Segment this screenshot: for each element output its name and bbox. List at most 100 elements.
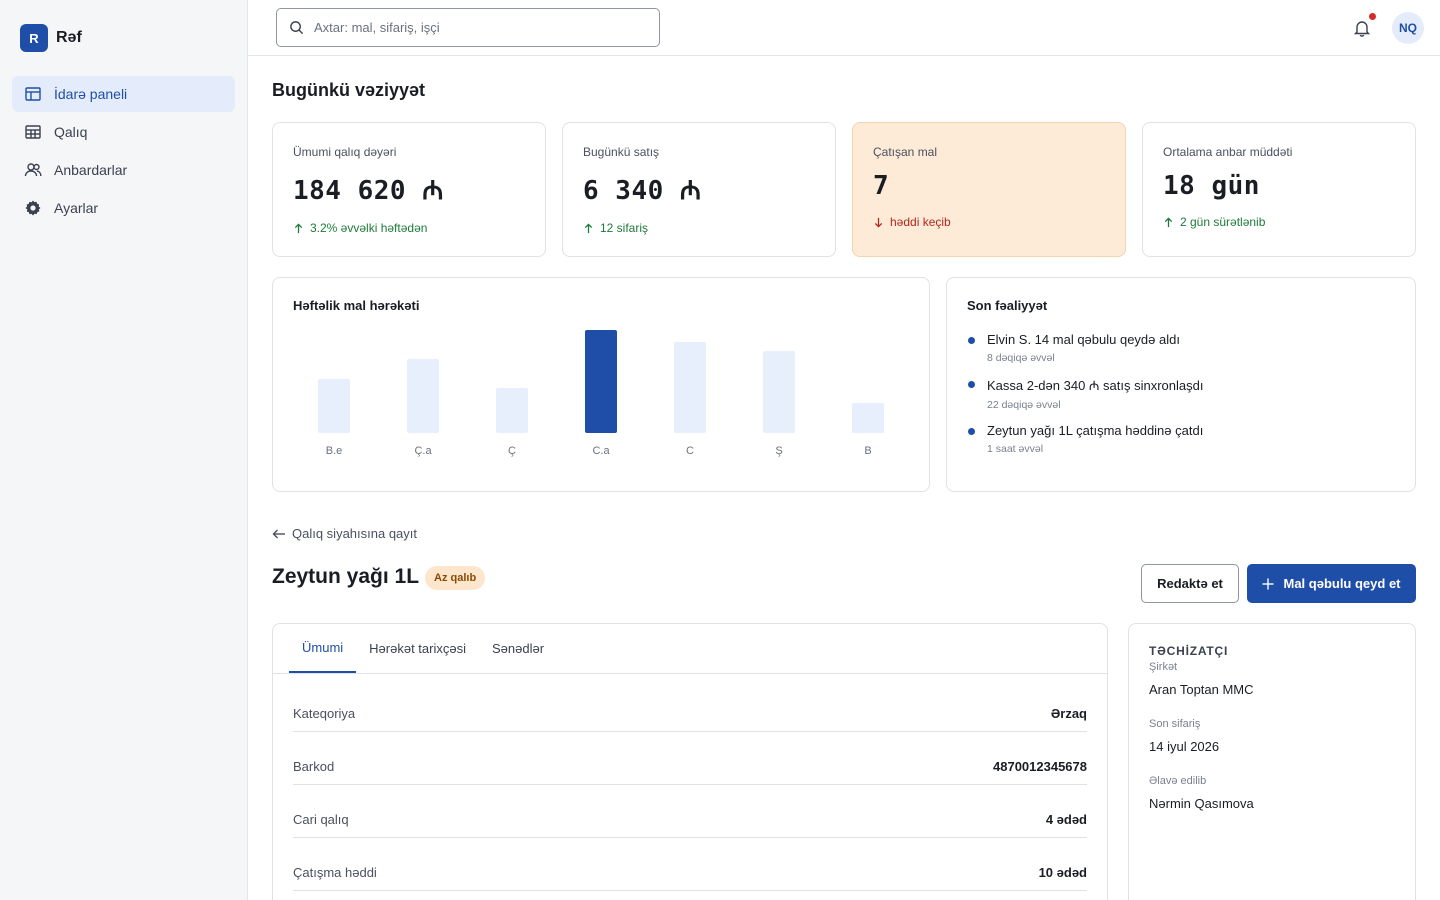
detail-label: Çatışma həddi	[293, 865, 377, 880]
kpi-label: Bugünkü satış	[583, 145, 660, 159]
tab-bar: Ümumi Hərəkət tarixçəsi Sənədlər	[289, 624, 557, 673]
tab-general[interactable]: Ümumi	[289, 624, 357, 673]
supplier-value: Aran Toptan MMC	[1149, 682, 1254, 697]
detail-value: 10 ədəd	[1038, 865, 1087, 880]
detail-row: Barkod 4870012345678	[293, 732, 1087, 785]
record-receipt-button[interactable]: Mal qəbulu qeyd et	[1247, 564, 1416, 603]
arrow-left-icon	[272, 529, 285, 538]
arrow-up-icon	[1164, 216, 1173, 227]
kpi-card: Bugünkü satış 6 340 ₼ 12 sifariş	[562, 122, 836, 257]
chart-bar	[674, 342, 706, 433]
detail-value: Ərzaq	[1050, 706, 1087, 721]
kpi-delta-text: 2 gün sürətlənib	[1180, 215, 1266, 229]
detail-label: Kateqoriya	[293, 706, 356, 721]
sidebar-item-storekeepers[interactable]: Anbardarlar	[12, 152, 235, 188]
kpi-value: 18 gün	[1163, 171, 1260, 201]
topbar: NQ	[248, 0, 1440, 56]
supplier-value: 14 iyul 2026	[1149, 739, 1220, 754]
users-icon	[24, 163, 42, 177]
chart-category-label: C.a	[592, 445, 610, 457]
product-title: Zeytun yağı 1L	[272, 565, 420, 588]
chart-bar	[585, 330, 617, 433]
search-box[interactable]	[276, 8, 660, 47]
chart-category-label: Ş	[775, 445, 782, 457]
sidebar-item-settings[interactable]: Ayarlar	[12, 190, 235, 226]
activity-time: 22 dəqiqə əvvəl	[987, 399, 1061, 411]
chart-panel: Həftəlik mal hərəkəti B.e Ç.a Ç C.a C Ş B	[272, 277, 930, 492]
kpi-delta-text: 12 sifariş	[600, 221, 649, 235]
plus-icon	[1262, 578, 1274, 589]
product-detail-panel: Ümumi Hərəkət tarixçəsi Sənədlər Kateqor…	[272, 623, 1108, 900]
gear-icon	[25, 200, 41, 216]
back-link[interactable]: Qalıq siyahısına qayıt	[272, 526, 417, 541]
chart-category-label: C	[686, 445, 694, 457]
kpi-value: 6 340 ₼	[583, 176, 702, 206]
activity-dot	[968, 381, 975, 388]
chart-bar	[318, 379, 350, 433]
sidebar-nav: İdarə paneli Qalıq Anbardarlar Ayarlar	[12, 76, 235, 228]
kpi-label: Çatışan mal	[873, 145, 938, 159]
sidebar: R Rəf İdarə paneli Qalıq Anbardarlar Aya…	[0, 0, 248, 900]
tab-documents[interactable]: Sənədlər	[479, 624, 557, 673]
sidebar-item-label: Ayarlar	[54, 200, 99, 216]
activity-item: Kassa 2-dən 340 ₼ satış sinxronlaşdı 22 …	[967, 376, 1203, 411]
supplier-label: Son sifariş	[1149, 718, 1201, 730]
supplier-panel: TƏCHİZATÇI Şirkət Aran Toptan MMC Son si…	[1128, 623, 1416, 900]
sidebar-item-label: İdarə paneli	[54, 86, 128, 102]
tab-movement-history[interactable]: Hərəkət tarixçəsi	[356, 624, 479, 673]
sidebar-item-dashboard[interactable]: İdarə paneli	[12, 76, 235, 112]
kpi-value: 184 620 ₼	[293, 176, 444, 206]
weekly-bar-chart: B.e Ç.a Ç C.a C Ş B	[318, 330, 884, 457]
kpi-label: Ümumi qalıq dəyəri	[293, 145, 397, 159]
detail-value: 4 ədəd	[1045, 812, 1087, 827]
brand-logo: R	[20, 24, 48, 52]
sidebar-item-label: Qalıq	[54, 124, 88, 140]
activity-dot	[968, 337, 975, 344]
detail-label: Barkod	[293, 759, 335, 774]
kpi-delta: 12 sifariş	[583, 221, 815, 235]
table-icon	[25, 125, 41, 139]
kpi-card: Ümumi qalıq dəyəri 184 620 ₼ 3.2% əvvəlk…	[272, 122, 546, 257]
notification-dot	[1369, 13, 1376, 20]
activity-title: Son fəaliyyət	[967, 298, 1048, 313]
avatar[interactable]: NQ	[1392, 12, 1424, 44]
kpi-label: Ortalama anbar müddəti	[1163, 145, 1293, 159]
chart-category-label: B	[864, 445, 871, 457]
activity-text: Zeytun yağı 1L çatışma həddinə çatdı	[987, 423, 1204, 438]
back-link-label: Qalıq siyahısına qayıt	[292, 526, 418, 541]
supplier-field: Son sifariş 14 iyul 2026	[1149, 718, 1219, 754]
arrow-up-icon	[584, 222, 593, 233]
activity-dot	[968, 428, 975, 435]
dashboard-icon	[25, 87, 41, 101]
activity-time: 1 saat əvvəl	[987, 443, 1044, 455]
activity-time: 8 dəqiqə əvvəl	[987, 352, 1055, 364]
status-badge: Az qalıb	[425, 566, 486, 590]
supplier-label: Şirkət	[1149, 661, 1178, 673]
edit-button[interactable]: Redaktə et	[1141, 564, 1239, 603]
detail-value: 4870012345678	[993, 759, 1087, 774]
arrow-down-icon	[874, 217, 883, 228]
kpi-card-warning: Çatışan mal 7 həddi keçib	[852, 122, 1126, 257]
search-icon	[290, 21, 304, 35]
bell-icon[interactable]	[1352, 18, 1372, 38]
kpi-delta: həddi keçib	[873, 215, 1105, 229]
activity-item: Zeytun yağı 1L çatışma həddinə çatdı 1 s…	[967, 423, 1203, 455]
sidebar-item-stock[interactable]: Qalıq	[12, 114, 235, 150]
chart-bar	[763, 351, 795, 433]
brand[interactable]: R Rəf	[20, 24, 82, 52]
arrow-up-icon	[294, 222, 303, 233]
detail-row: Kateqoriya Ərzaq	[293, 679, 1087, 732]
page-title: Bugünkü vəziyyət	[272, 80, 426, 100]
sidebar-item-label: Anbardarlar	[54, 162, 128, 178]
brand-name: Rəf	[56, 29, 82, 46]
supplier-value: Nərmin Qasımova	[1149, 796, 1254, 811]
detail-row: Çatışma həddi 10 ədəd	[293, 838, 1087, 891]
activity-list: Elvin S. 14 mal qəbulu qeydə aldı 8 dəqi…	[967, 332, 1203, 467]
kpi-delta: 3.2% əvvəlki həftədən	[293, 221, 525, 235]
record-receipt-label: Mal qəbulu qeyd et	[1283, 576, 1401, 591]
main-content: Bugünkü vəziyyət Ümumi qalıq dəyəri 184 …	[248, 56, 1440, 900]
kpi-delta: 2 gün sürətlənib	[1163, 215, 1395, 229]
supplier-label: Əlavə edilib	[1149, 775, 1207, 787]
supplier-field: Əlavə edilib Nərmin Qasımova	[1149, 775, 1254, 811]
search-input[interactable]	[314, 20, 634, 35]
